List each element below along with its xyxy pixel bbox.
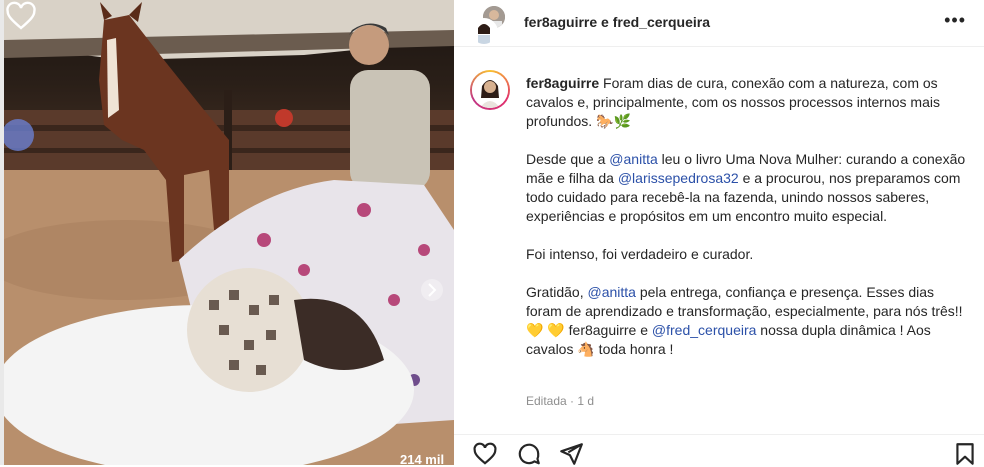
collab-avatars[interactable] [470, 6, 506, 46]
bookmark-icon[interactable] [952, 441, 978, 467]
share-icon[interactable] [558, 441, 584, 467]
post-meta: Editada · 1 d [526, 394, 594, 408]
caption-text: Desde que a [526, 151, 610, 167]
caption-text: Foi intenso, foi verdadeiro e curador. [526, 246, 754, 262]
action-bar [454, 434, 984, 466]
caption-text: Gratidão, [526, 284, 588, 300]
mention-link[interactable]: @larissepedrosa32 [618, 170, 739, 186]
likes-count: 214 mil [400, 452, 445, 465]
caption-paragraph: Gratidão, @anitta pela entrega, confianç… [526, 283, 971, 359]
avatar [470, 18, 498, 46]
post-time[interactable]: 1 d [577, 394, 594, 408]
mention-link[interactable]: @anitta [587, 284, 635, 300]
photo-illustration [4, 0, 454, 465]
meta-separator: · [566, 394, 578, 408]
header-usernames[interactable]: fer8aguirre e fred_cerqueira [524, 14, 710, 30]
mention-link[interactable]: @fred_cerqueira [652, 322, 757, 338]
heart-outline-icon[interactable] [4, 0, 38, 32]
post-details-panel: fer8aguirre e fred_cerqueira ••• fer8agu… [454, 0, 984, 465]
heart-icon[interactable] [472, 441, 498, 467]
caption-paragraph: Foi intenso, foi verdadeiro e curador. [526, 245, 971, 264]
caption-author[interactable]: fer8aguirre [526, 75, 599, 91]
edited-label: Editada [526, 394, 567, 408]
comment-icon[interactable] [516, 441, 542, 467]
post-caption: fer8aguirre Foram dias de cura, conexão … [526, 74, 971, 359]
post-header: fer8aguirre e fred_cerqueira ••• [454, 0, 984, 47]
post-photo[interactable]: 214 mil [4, 0, 454, 465]
caption-paragraph: fer8aguirre Foram dias de cura, conexão … [526, 74, 971, 131]
author-avatar[interactable] [470, 70, 510, 110]
caption-paragraph: Desde que a @anitta leu o livro Uma Nova… [526, 150, 971, 226]
more-horizontal-icon[interactable]: ••• [944, 10, 966, 31]
avatar-image [472, 72, 508, 108]
mention-link[interactable]: @anitta [609, 151, 657, 167]
